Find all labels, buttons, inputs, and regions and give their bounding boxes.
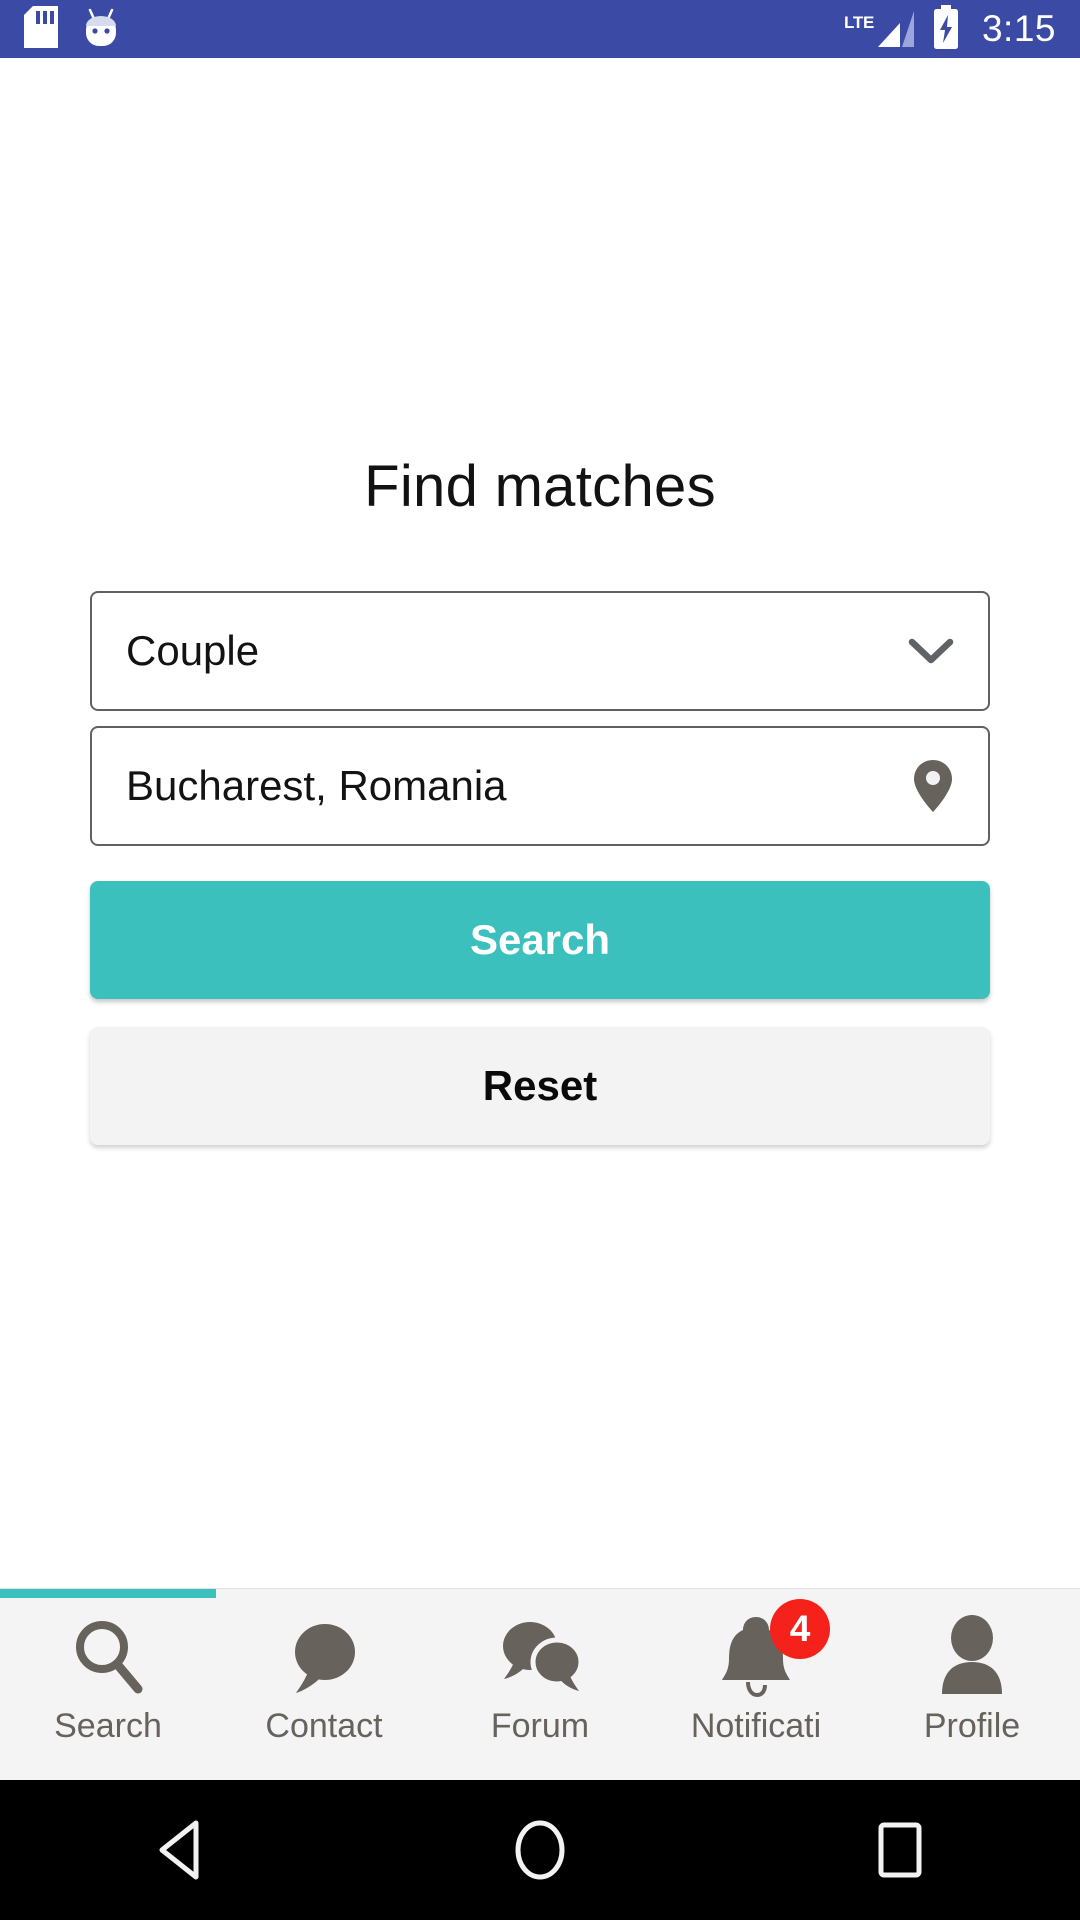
location-pin-icon[interactable]	[912, 758, 954, 814]
notification-badge: 4	[770, 1599, 830, 1659]
chat-bubble-icon	[284, 1613, 364, 1699]
search-button[interactable]: Search	[90, 881, 990, 999]
android-marshmallow-icon	[80, 6, 122, 53]
tab-label: Contact	[265, 1707, 383, 1745]
back-button[interactable]	[80, 1780, 280, 1920]
relationship-type-dropdown[interactable]: Couple	[90, 591, 990, 711]
status-bar-left-icons	[24, 5, 122, 53]
tab-profile[interactable]: Profile	[864, 1613, 1080, 1781]
status-bar-right-icons: LTE 3:15	[844, 4, 1056, 54]
active-tab-indicator	[0, 1589, 216, 1598]
tab-label: Profile	[923, 1707, 1021, 1745]
battery-charging-icon	[932, 4, 960, 54]
reset-button[interactable]: Reset	[90, 1027, 990, 1145]
tab-forum[interactable]: Forum	[432, 1613, 648, 1781]
tab-notifications[interactable]: 4 Notificati	[648, 1599, 864, 1781]
phone-screen: LTE 3:15 Find matches Couple Bucharest, …	[0, 0, 1080, 1920]
recents-button[interactable]	[800, 1780, 1000, 1920]
relationship-type-value: Couple	[126, 627, 260, 674]
forum-bubbles-icon	[494, 1613, 586, 1699]
tab-label: Notificati	[690, 1707, 822, 1745]
home-button[interactable]	[440, 1780, 640, 1920]
search-form: Couple Bucharest, Romania Search Reset	[90, 591, 990, 1145]
lte-signal-icon: LTE	[844, 9, 916, 49]
person-icon	[936, 1613, 1008, 1699]
lte-label: LTE	[844, 13, 874, 32]
tab-label: Forum	[490, 1707, 590, 1745]
status-bar: LTE 3:15	[0, 0, 1080, 58]
bell-icon: 4	[718, 1599, 830, 1699]
tab-label: Search	[54, 1707, 162, 1745]
page-title: Find matches	[364, 454, 716, 519]
status-bar-clock: 3:15	[981, 8, 1056, 49]
main-content: Find matches Couple Bucharest, Romania S…	[0, 58, 1080, 1588]
tab-search[interactable]: Search	[0, 1613, 216, 1781]
tab-list: Search Contact Forum 4 Notificati Profil…	[0, 1589, 1080, 1781]
chevron-down-icon[interactable]	[908, 637, 954, 665]
tab-contact[interactable]: Contact	[216, 1613, 432, 1781]
sd-card-icon	[24, 5, 58, 53]
android-system-nav	[0, 1780, 1080, 1920]
location-field[interactable]: Bucharest, Romania	[90, 726, 990, 846]
bottom-tab-bar: Search Contact Forum 4 Notificati Profil…	[0, 1588, 1080, 1780]
location-value: Bucharest, Romania	[126, 762, 507, 809]
search-icon	[70, 1613, 146, 1699]
